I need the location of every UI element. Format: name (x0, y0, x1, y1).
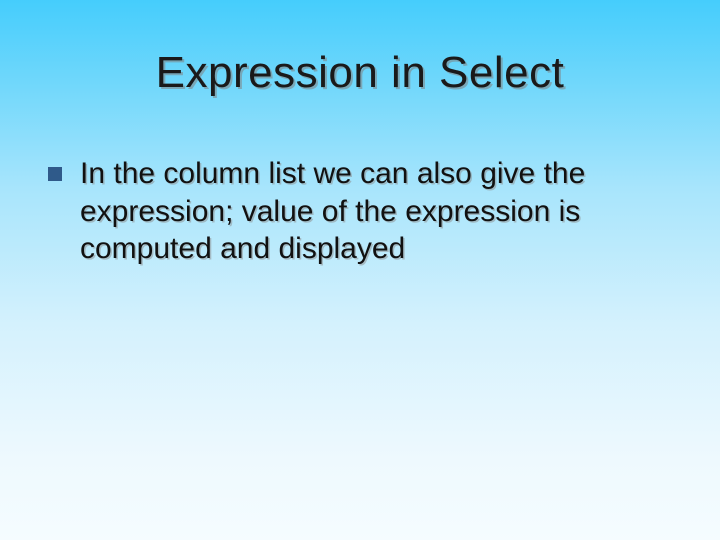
slide-content: In the column list we can also give the … (48, 155, 680, 268)
slide-title: Expression in Select (0, 48, 720, 98)
list-item: In the column list we can also give the … (48, 155, 680, 268)
square-bullet-icon (48, 167, 62, 181)
bullet-text: In the column list we can also give the … (80, 155, 680, 268)
